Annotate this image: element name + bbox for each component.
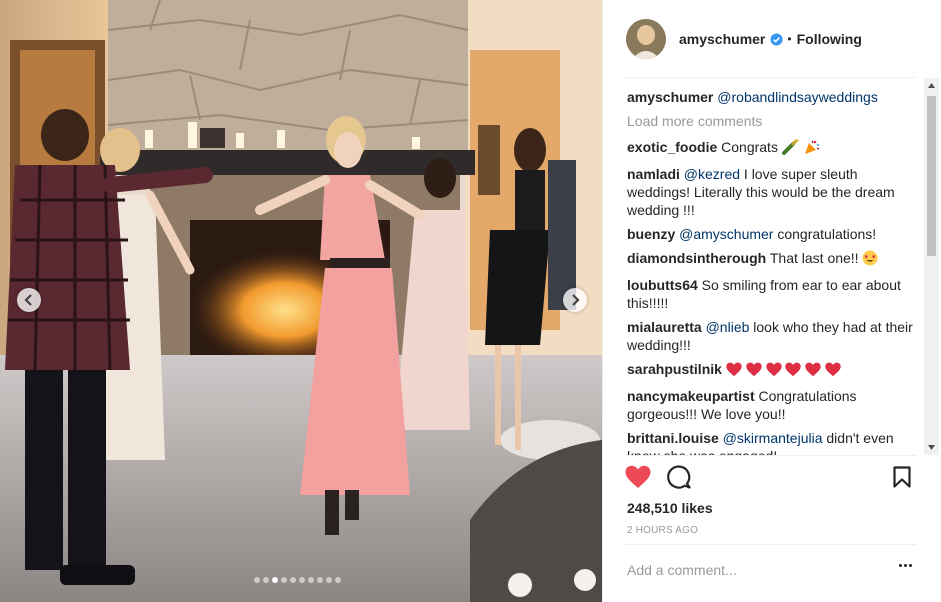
comment-item: loubutts64 So smiling from ear to ear ab… (627, 276, 917, 312)
caption-username[interactable]: amyschumer (627, 89, 713, 105)
more-options-icon[interactable] (899, 564, 912, 567)
scroll-up-arrow-icon[interactable] (924, 78, 939, 93)
comment-text: congratulations! (777, 226, 877, 242)
wedding-photo-image (0, 0, 602, 602)
carousel-dot (263, 577, 269, 583)
comment-item: brittani.louise @skirmantejulia didn't e… (627, 429, 917, 456)
chevron-right-icon (572, 294, 580, 306)
red-heart-icon (726, 362, 742, 381)
post-username[interactable]: amyschumer (679, 31, 765, 47)
carousel-dot (335, 577, 341, 583)
likes-count[interactable]: 248,510 likes (627, 500, 713, 516)
comments-list: amyschumer @robandlindsayweddings Load m… (627, 88, 917, 456)
champagne-icon (781, 139, 800, 159)
comment-username[interactable]: mialauretta (627, 319, 702, 335)
comment-mention[interactable]: @skirmantejulia (723, 430, 823, 446)
avatar-image (626, 19, 666, 59)
comment-mention[interactable]: @amyschumer (679, 226, 773, 242)
carousel-dot (290, 577, 296, 583)
comment-item: namladi @kezred I love super sleuth wedd… (627, 165, 917, 219)
comment-text: Congrats (721, 139, 778, 155)
comment-button[interactable] (667, 465, 691, 492)
previous-slide-button[interactable] (17, 288, 41, 312)
comment-mention[interactable]: @kezred (684, 166, 740, 182)
heart-icon (625, 465, 651, 488)
carousel-dot-active (272, 577, 278, 583)
chevron-left-icon (24, 294, 32, 306)
post-timestamp[interactable]: 2 HOURS AGO (627, 525, 698, 536)
carousel-dot (308, 577, 314, 583)
party-popper-icon (804, 139, 820, 159)
scrollbar-thumb[interactable] (927, 96, 936, 256)
heart-eyes-icon (862, 250, 878, 270)
carousel-dot (254, 577, 260, 583)
post-header: amyschumer • Following (603, 0, 941, 78)
save-button[interactable] (893, 466, 911, 491)
post-actions (625, 465, 917, 493)
comments-scrollbar[interactable] (924, 78, 939, 455)
comment-username[interactable]: exotic_foodie (627, 139, 717, 155)
red-heart-icon (785, 362, 802, 381)
red-heart-icon (805, 362, 822, 381)
comment-username[interactable]: brittani.louise (627, 430, 719, 446)
post-photo[interactable] (0, 0, 602, 602)
comment-item: buenzy @amyschumer congratulations! (627, 225, 917, 243)
comment-item: mialauretta @nlieb look who they had at … (627, 318, 917, 354)
carousel-dot (299, 577, 305, 583)
comment-item: sarahpustilnik (627, 360, 917, 381)
follow-separator: • (787, 32, 792, 46)
carousel-dot (326, 577, 332, 583)
bookmark-icon (893, 466, 911, 488)
red-heart-icon (765, 362, 782, 381)
comment-username[interactable]: loubutts64 (627, 277, 698, 293)
actions-divider (626, 455, 916, 456)
comment-item: nancymakeupartist Congratulations gorgeo… (627, 387, 917, 423)
carousel-dot (317, 577, 323, 583)
comment-username[interactable]: nancymakeupartist (627, 388, 755, 404)
post-side-panel: amyschumer • Following amyschumer @roban… (602, 0, 941, 602)
carousel-dot (281, 577, 287, 583)
header-divider (626, 77, 916, 78)
caption-mention[interactable]: @robandlindsayweddings (717, 89, 878, 105)
following-button[interactable]: Following (797, 31, 862, 47)
comment-username[interactable]: diamondsintherough (627, 250, 766, 266)
scroll-down-arrow-icon[interactable] (924, 440, 939, 455)
next-slide-button[interactable] (563, 288, 587, 312)
add-comment-divider (626, 544, 916, 545)
comment-username[interactable]: buenzy (627, 226, 675, 242)
red-heart-icon (825, 362, 841, 381)
comment-bubble-icon (667, 465, 691, 489)
add-comment-input[interactable]: Add a comment... (627, 562, 737, 578)
carousel-indicator (254, 577, 341, 583)
comment-text: That last one!! (769, 250, 859, 266)
comment-item: exotic_foodie Congrats (627, 138, 917, 159)
comment-username[interactable]: sarahpustilnik (627, 361, 722, 377)
red-heart-icon (746, 362, 762, 381)
comment-item: diamondsintherough That last one!! (627, 249, 917, 270)
comment-username[interactable]: namladi (627, 166, 680, 182)
load-more-comments-button[interactable]: Load more comments (627, 112, 917, 130)
verified-badge-icon (770, 32, 783, 46)
caption: amyschumer @robandlindsayweddings (627, 88, 917, 106)
comment-mention[interactable]: @nlieb (706, 319, 750, 335)
avatar[interactable] (626, 19, 666, 59)
like-button[interactable] (625, 465, 651, 492)
